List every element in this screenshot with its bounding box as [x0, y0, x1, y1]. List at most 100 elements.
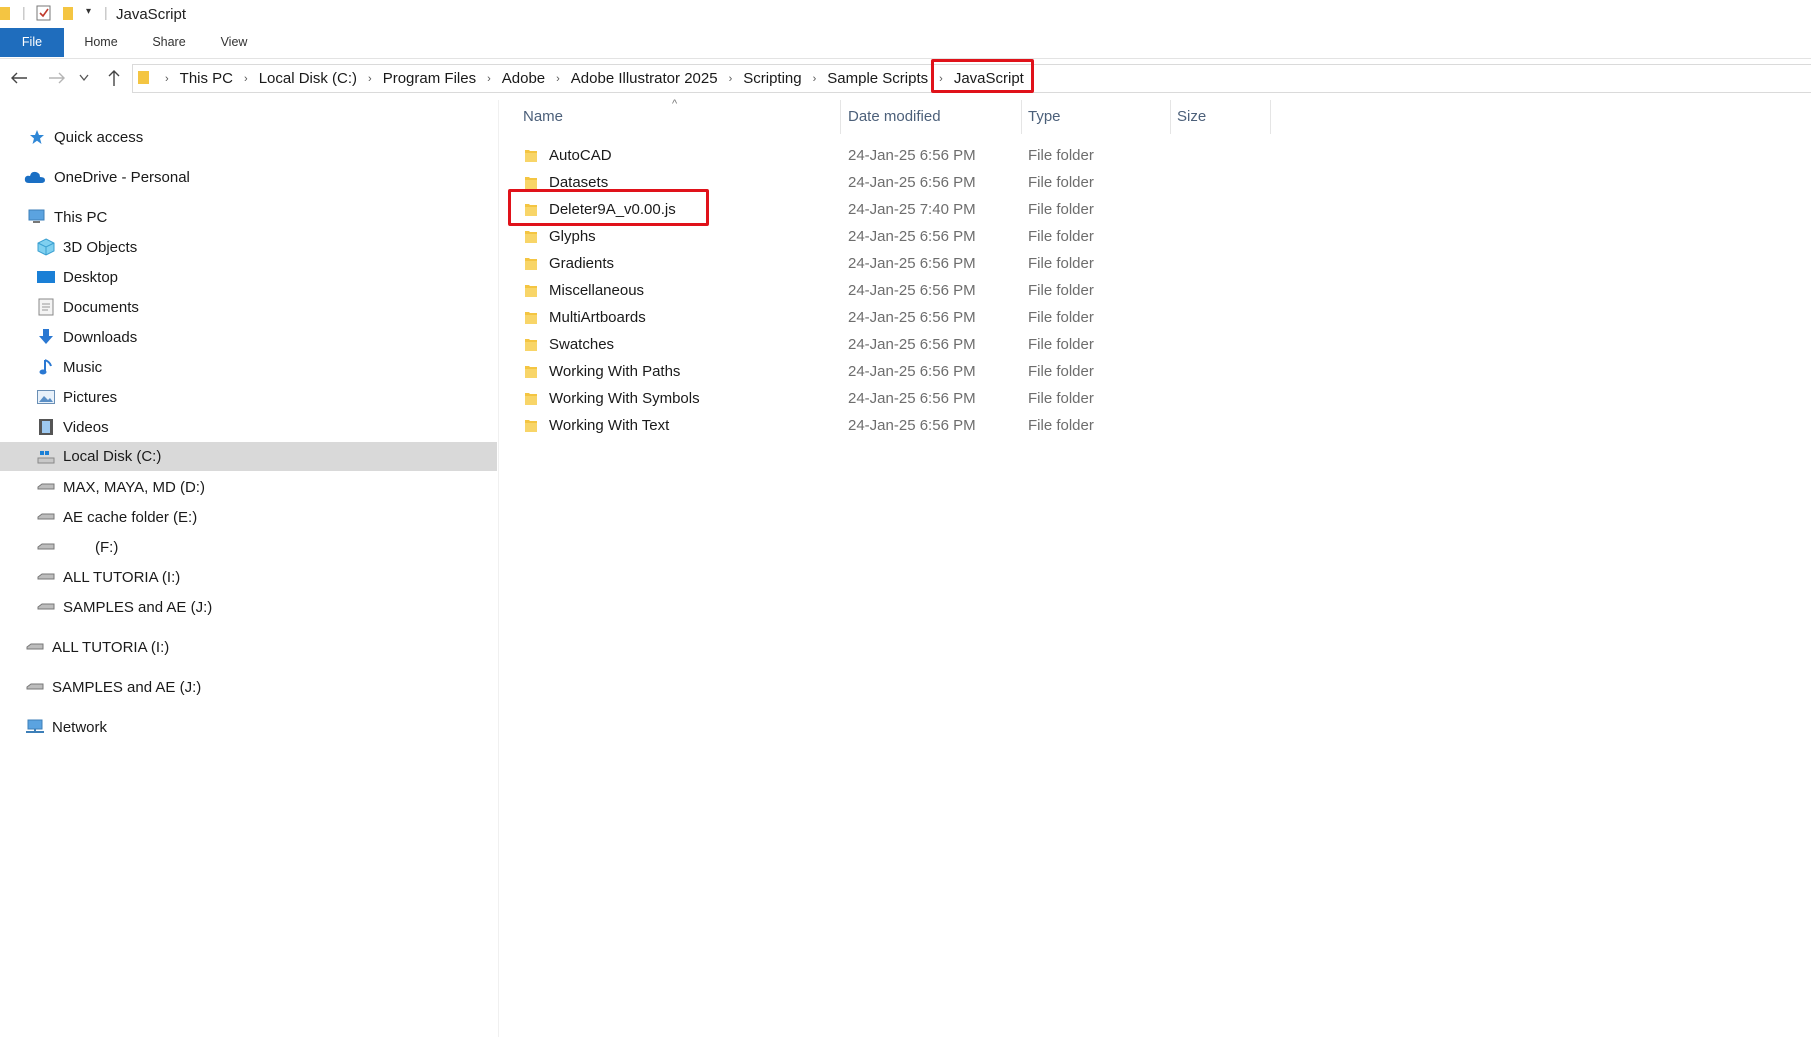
file-row[interactable]: AutoCAD 24-Jan-25 6:56 PM File folder: [507, 143, 1267, 170]
folder-icon: [524, 282, 538, 302]
nav-drive-i-root[interactable]: ALL TUTORIA (I:): [0, 633, 497, 661]
tab-share[interactable]: Share: [142, 28, 196, 57]
column-separator[interactable]: [1021, 100, 1022, 134]
nav-label: Quick access: [54, 128, 144, 146]
file-row[interactable]: Glyphs 24-Jan-25 6:56 PM File folder: [507, 224, 1267, 251]
file-name: MultiArtboards: [549, 309, 646, 326]
nav-3d-objects[interactable]: 3D Objects: [0, 233, 497, 261]
cube-icon: [37, 238, 55, 256]
properties-icon[interactable]: [36, 5, 52, 26]
file-name: Swatches: [549, 336, 615, 353]
file-row[interactable]: MultiArtboards 24-Jan-25 6:56 PM File fold…: [507, 305, 1267, 332]
file-date: 24-Jan-25 6:56 PM: [848, 363, 976, 380]
file-type: File folder: [1028, 363, 1094, 380]
file-row[interactable]: Miscellaneous 24-Jan-25 6:56 PM File folde…: [507, 278, 1267, 305]
drive-icon: [37, 508, 55, 526]
column-separator[interactable]: [1270, 100, 1271, 134]
file-date: 24-Jan-25 6:56 PM: [848, 255, 976, 272]
chevron-right-icon[interactable]: ›: [547, 73, 569, 85]
forward-button[interactable]: [45, 66, 69, 90]
drive-icon: [37, 538, 55, 556]
breadcrumb-sample-scripts[interactable]: Sample Scripts: [825, 70, 930, 87]
nav-label: (F:): [95, 538, 119, 556]
nav-music[interactable]: Music: [0, 353, 497, 381]
chevron-down-icon: [79, 74, 89, 82]
file-type: File folder: [1028, 201, 1094, 218]
folder-icon: [524, 363, 538, 383]
column-header-name[interactable]: Name: [523, 108, 563, 125]
nav-drive-j[interactable]: SAMPLES and AE (J:): [0, 593, 497, 621]
new-folder-icon[interactable]: [62, 5, 74, 26]
music-note-icon: [37, 358, 55, 376]
sort-ascending-icon: ^: [672, 98, 678, 110]
highlight-box: [931, 59, 1034, 93]
nav-label: ALL TUTORIA (I:): [63, 568, 181, 586]
file-row[interactable]: Swatches 24-Jan-25 6:56 PM File folder: [507, 332, 1267, 359]
file-row[interactable]: Working With Text 24-Jan-25 6:56 PM File f…: [507, 413, 1267, 440]
up-button[interactable]: [102, 66, 126, 90]
column-header-type[interactable]: Type: [1028, 108, 1061, 125]
file-type: File folder: [1028, 309, 1094, 326]
file-row[interactable]: Working With Symbols 24-Jan-25 6:56 PM Fil…: [507, 386, 1267, 413]
nav-this-pc[interactable]: This PC: [0, 203, 497, 231]
column-separator[interactable]: [1170, 100, 1171, 134]
pane-divider[interactable]: [498, 100, 499, 1037]
cloud-icon: [24, 168, 46, 186]
nav-drive-j-root[interactable]: SAMPLES and AE (J:): [0, 673, 497, 701]
nav-label: Videos: [63, 418, 109, 436]
chevron-right-icon[interactable]: ›: [478, 73, 500, 85]
file-row[interactable]: Working With Paths 24-Jan-25 6:56 PM File …: [507, 359, 1267, 386]
nav-onedrive[interactable]: OneDrive - Personal: [0, 163, 497, 191]
navigation-pane: Quick access OneDrive - Personal This PC…: [0, 100, 497, 1037]
title-bar: | ▾ | JavaScript: [0, 0, 1811, 28]
file-type: File folder: [1028, 255, 1094, 272]
file-date: 24-Jan-25 6:56 PM: [848, 174, 976, 191]
back-button[interactable]: [7, 66, 31, 90]
nav-label: SAMPLES and AE (J:): [63, 598, 213, 616]
nav-label: 3D Objects: [63, 238, 138, 256]
file-name: Gradients: [549, 255, 615, 272]
nav-downloads[interactable]: Downloads: [0, 323, 497, 351]
breadcrumb-local-disk[interactable]: Local Disk (C:): [257, 70, 359, 87]
tab-file[interactable]: File: [0, 28, 64, 57]
column-header-size[interactable]: Size: [1177, 108, 1206, 125]
file-type: File folder: [1028, 336, 1094, 353]
chevron-right-icon[interactable]: ›: [235, 73, 257, 85]
nav-drive-f[interactable]: (F:): [0, 533, 497, 561]
nav-desktop[interactable]: Desktop: [0, 263, 497, 291]
breadcrumb-this-pc[interactable]: This PC: [178, 70, 235, 87]
tab-home[interactable]: Home: [74, 28, 128, 57]
nav-drive-d[interactable]: MAX, MAYA, MD (D:): [0, 473, 497, 501]
breadcrumb-program-files[interactable]: Program Files: [381, 70, 478, 87]
chevron-right-icon[interactable]: ›: [359, 73, 381, 85]
file-name: Glyphs: [549, 228, 596, 245]
nav-documents[interactable]: Documents: [0, 293, 497, 321]
nav-label: Downloads: [63, 328, 138, 346]
recent-locations-button[interactable]: [76, 66, 92, 90]
nav-network[interactable]: Network: [0, 713, 497, 741]
breadcrumb-scripting[interactable]: Scripting: [741, 70, 803, 87]
chevron-right-icon[interactable]: ›: [720, 73, 742, 85]
nav-videos[interactable]: Videos: [0, 413, 497, 441]
nav-drive-i[interactable]: ALL TUTORIA (I:): [0, 563, 497, 591]
column-header-date[interactable]: Date modified: [848, 108, 941, 125]
file-type: File folder: [1028, 390, 1094, 407]
file-row[interactable]: Gradients 24-Jan-25 6:56 PM File folder: [507, 251, 1267, 278]
nav-drive-c[interactable]: Local Disk (C:): [0, 442, 497, 471]
breadcrumb-illustrator[interactable]: Adobe Illustrator 2025: [569, 70, 720, 87]
nav-pictures[interactable]: Pictures: [0, 383, 497, 411]
nav-quick-access[interactable]: Quick access: [0, 123, 497, 151]
breadcrumb-adobe[interactable]: Adobe: [500, 70, 547, 87]
file-date: 24-Jan-25 7:40 PM: [848, 201, 976, 218]
column-separator[interactable]: [840, 100, 841, 134]
folder-icon: [524, 390, 538, 410]
nav-drive-e[interactable]: AE cache folder (E:): [0, 503, 497, 531]
customize-toolbar-icon[interactable]: ▾: [86, 6, 91, 17]
file-type: File folder: [1028, 174, 1094, 191]
tab-view[interactable]: View: [210, 28, 258, 57]
nav-label: MAX, MAYA, MD (D:): [63, 478, 205, 496]
folder-icon: [524, 255, 538, 275]
chevron-right-icon[interactable]: ›: [804, 73, 826, 85]
separator: |: [104, 4, 108, 20]
drive-icon: [37, 478, 55, 496]
